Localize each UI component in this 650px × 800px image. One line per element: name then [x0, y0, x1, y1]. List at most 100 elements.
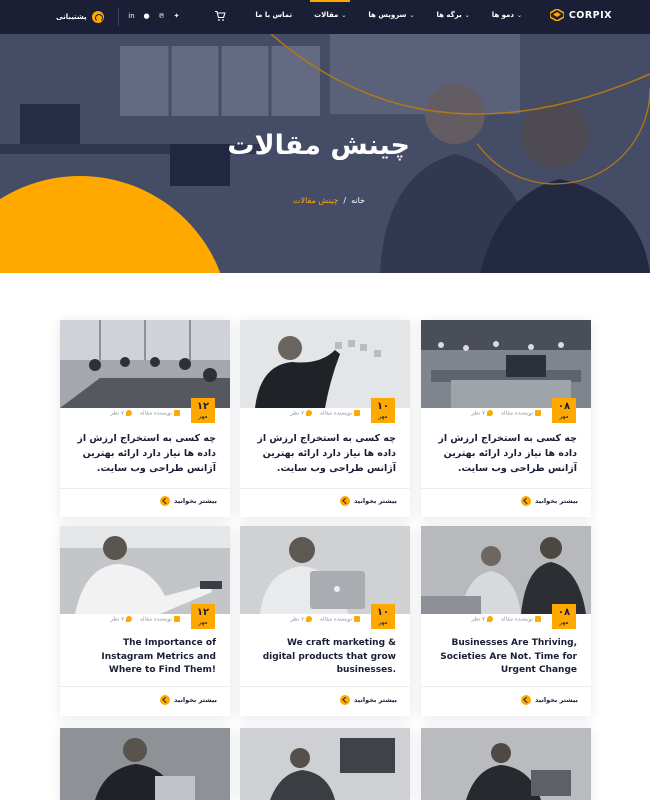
article-title[interactable]: Businesses Are Thriving, Societies Are N…: [433, 637, 577, 678]
read-more-link[interactable]: بیشتر بخوانید: [340, 695, 397, 705]
breadcrumb-current: چینش مقالات: [293, 196, 339, 205]
article-title[interactable]: The Importance of Instagram Metrics and …: [72, 637, 216, 678]
date-day: ۱۲: [196, 607, 210, 618]
meta-author[interactable]: نویسنده مقاله: [140, 616, 180, 623]
comment-icon: [486, 410, 493, 416]
date-badge: ۰۸ مهر: [552, 604, 576, 629]
article-image[interactable]: [60, 320, 230, 408]
read-more-link[interactable]: بیشتر بخوانید: [340, 496, 397, 506]
meta-author[interactable]: نویسنده مقاله: [140, 410, 180, 417]
meta-comments[interactable]: ۷ نظر: [471, 410, 493, 417]
author-name: نویسنده مقاله: [500, 410, 533, 417]
date-day: ۱۰: [376, 607, 390, 618]
meta-comments[interactable]: ۷ نظر: [110, 410, 132, 417]
article-card[interactable]: ۱۲ مهر نویسنده مقاله ۷ نظر The Importanc…: [60, 526, 230, 716]
article-image[interactable]: [421, 526, 591, 614]
article-image[interactable]: [60, 728, 230, 800]
article-meta: نویسنده مقاله ۷ نظر: [110, 410, 180, 417]
nav-item-services[interactable]: سرویس ها ⌄: [368, 11, 414, 19]
twitter-icon[interactable]: ✦: [173, 12, 180, 20]
nav-item-label: دمو ها: [491, 11, 514, 19]
support-button[interactable]: پشتیبانی: [56, 11, 104, 23]
comment-icon: [305, 616, 312, 622]
meta-author[interactable]: نویسنده مقاله: [320, 616, 360, 623]
breadcrumb-home[interactable]: خانه: [351, 196, 365, 205]
card-divider: [421, 488, 591, 489]
date-day: ۱۰: [376, 401, 390, 412]
article-card[interactable]: [60, 728, 230, 800]
article-card[interactable]: ۱۲ مهر نویسنده مقاله ۷ نظر چه کسی به است…: [60, 320, 230, 517]
top-navbar: CORPIX دمو ها ⌄ برگه ها ⌄ سرویس ها ⌄ مقا…: [0, 0, 650, 34]
card-divider: [240, 686, 410, 687]
article-image[interactable]: [60, 526, 230, 614]
read-more-link[interactable]: بیشتر بخوانید: [160, 496, 217, 506]
meta-author[interactable]: نویسنده مقاله: [501, 410, 541, 417]
card-divider: [60, 488, 230, 489]
date-badge: ۰۸ مهر: [552, 398, 576, 423]
article-image[interactable]: [240, 320, 410, 408]
read-more-link[interactable]: بیشتر بخوانید: [521, 496, 578, 506]
comment-icon: [125, 616, 132, 622]
article-title[interactable]: We craft marketing & digital products th…: [252, 637, 396, 678]
comment-count: ۷ نظر: [471, 616, 485, 623]
article-card[interactable]: [421, 728, 591, 800]
meta-comments[interactable]: ۷ نظر: [290, 616, 312, 623]
article-card[interactable]: ۰۸ مهر نویسنده مقاله ۷ نظر چه کسی به است…: [421, 320, 591, 517]
read-more-link[interactable]: بیشتر بخوانید: [160, 695, 217, 705]
article-meta: نویسنده مقاله ۷ نظر: [110, 616, 180, 623]
comment-icon: [305, 410, 312, 416]
comment-icon: [486, 616, 493, 622]
site-logo[interactable]: CORPIX: [549, 9, 612, 21]
read-more-link[interactable]: بیشتر بخوانید: [521, 695, 578, 705]
nav-item-label: سرویس ها: [368, 11, 407, 19]
meta-author[interactable]: نویسنده مقاله: [501, 616, 541, 623]
article-image[interactable]: [240, 728, 410, 800]
card-divider: [421, 686, 591, 687]
arrow-left-icon: [521, 496, 532, 506]
arrow-left-icon: [521, 695, 532, 705]
date-month: مهر: [378, 413, 388, 420]
github-icon[interactable]: ●: [143, 12, 150, 20]
nav-item-demos[interactable]: دمو ها ⌄: [492, 11, 522, 19]
read-more-label: بیشتر بخوانید: [354, 497, 397, 505]
arrow-left-icon: [340, 695, 351, 705]
meta-author[interactable]: نویسنده مقاله: [320, 410, 360, 417]
main-nav: دمو ها ⌄ برگه ها ⌄ سرویس ها ⌄ مقالات ⌄ ت…: [255, 0, 522, 19]
article-meta: نویسنده مقاله ۷ نظر: [290, 616, 360, 623]
author-name: نویسنده مقاله: [139, 616, 172, 623]
article-image[interactable]: [421, 728, 591, 800]
meta-comments[interactable]: ۷ نظر: [290, 410, 312, 417]
comment-count: ۷ نظر: [290, 410, 304, 417]
logo-text: CORPIX: [568, 9, 612, 21]
article-image[interactable]: [240, 526, 410, 614]
author-name: نویسنده مقاله: [500, 616, 533, 623]
article-title[interactable]: چه کسی به استخراج ارزش از داده ها نیاز د…: [252, 431, 396, 476]
user-icon: [535, 616, 541, 622]
nav-item-articles[interactable]: مقالات ⌄: [310, 0, 351, 19]
nav-item-contact[interactable]: تماس با ما: [255, 11, 292, 19]
pinterest-icon[interactable]: ℗: [158, 12, 165, 20]
article-title[interactable]: چه کسی به استخراج ارزش از داده ها نیاز د…: [72, 431, 216, 476]
chevron-down-icon: ⌄: [409, 11, 415, 19]
arrow-left-icon: [160, 496, 171, 506]
cart-icon[interactable]: [214, 10, 226, 22]
breadcrumb: خانه / چینش مقالات: [293, 196, 365, 205]
date-badge: ۱۲ مهر: [191, 398, 215, 423]
chevron-down-icon: ⌄: [341, 11, 347, 19]
article-card[interactable]: ۰۸ مهر نویسنده مقاله ۷ نظر Businesses Ar…: [421, 526, 591, 716]
linkedin-icon[interactable]: in: [128, 12, 135, 20]
article-card[interactable]: ۱۰ مهر نویسنده مقاله ۷ نظر چه کسی به است…: [240, 320, 410, 517]
article-title[interactable]: چه کسی به استخراج ارزش از داده ها نیاز د…: [433, 431, 577, 476]
support-label: پشتیبانی: [56, 13, 87, 21]
article-card[interactable]: [240, 728, 410, 800]
author-name: نویسنده مقاله: [319, 616, 352, 623]
meta-comments[interactable]: ۷ نظر: [471, 616, 493, 623]
article-card[interactable]: ۱۰ مهر نویسنده مقاله ۷ نظر We craft mark…: [240, 526, 410, 716]
breadcrumb-separator: /: [343, 196, 347, 205]
nav-item-pages[interactable]: برگه ها ⌄: [436, 11, 469, 19]
comment-icon: [125, 410, 132, 416]
read-more-label: بیشتر بخوانید: [174, 497, 217, 505]
article-image[interactable]: [421, 320, 591, 408]
meta-comments[interactable]: ۷ نظر: [110, 616, 132, 623]
page-hero: چینش مقالات خانه / چینش مقالات: [0, 34, 650, 273]
